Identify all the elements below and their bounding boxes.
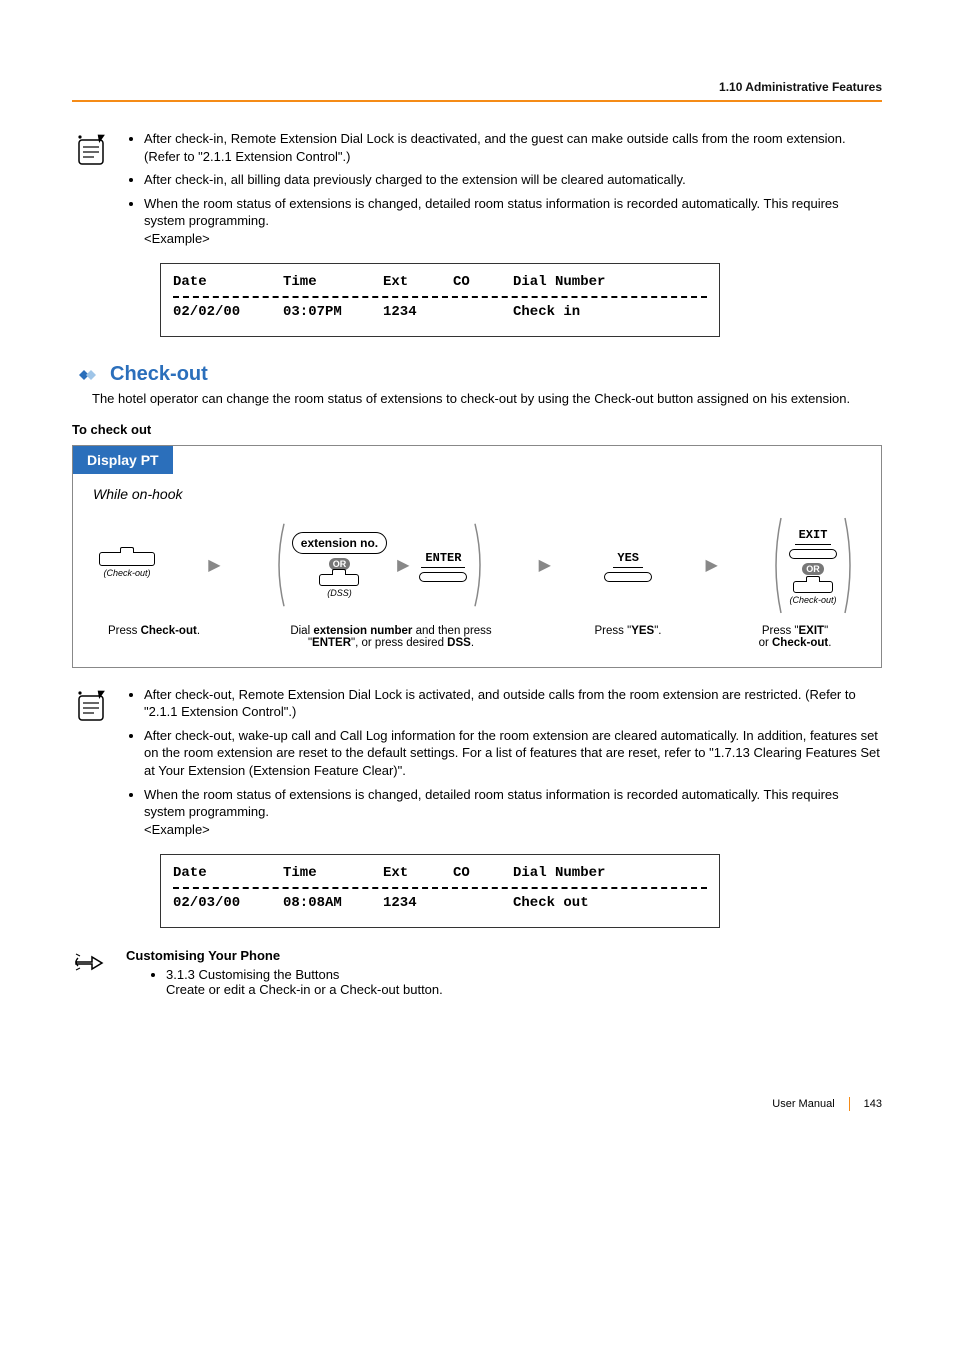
step-yes: YES: [604, 549, 652, 582]
val-ext: 1234: [383, 304, 453, 320]
diamond-icon: [72, 366, 102, 384]
checkout-button-graphic: [99, 552, 155, 566]
note-list: After check-in, Remote Extension Dial Lo…: [126, 130, 882, 253]
val-date: 02/03/00: [173, 895, 283, 911]
note-list: After check-out, Remote Extension Dial L…: [126, 686, 882, 844]
val-co: [453, 895, 513, 911]
note-item: After check-out, Remote Extension Dial L…: [144, 686, 882, 721]
val-dial: Check out: [513, 895, 589, 911]
customising-title: Customising Your Phone: [126, 948, 882, 963]
caption-step3: Press "YES".: [573, 625, 683, 649]
col-co: CO: [453, 274, 513, 290]
val-time: 08:08AM: [283, 895, 383, 911]
note-item: When the room status of extensions is ch…: [144, 195, 882, 248]
checkout-button-label: (Check-out): [789, 595, 837, 605]
note-item: After check-in, all billing data previou…: [144, 171, 882, 189]
section-intro: The hotel operator can change the room s…: [92, 390, 882, 408]
val-dial: Check in: [513, 304, 580, 320]
col-time: Time: [283, 865, 383, 881]
dss-button-graphic: [319, 574, 359, 586]
footer-page-number: 143: [864, 1098, 882, 1110]
col-ext: Ext: [383, 274, 453, 290]
customising-block: Customising Your Phone 3.1.3 Customising…: [72, 948, 882, 997]
note-item: After check-in, Remote Extension Dial Lo…: [144, 130, 882, 165]
note-icon: [72, 686, 112, 726]
col-co: CO: [453, 865, 513, 881]
section-title: Check-out: [110, 363, 208, 386]
step-extension-enter: extension no. OR (DSS) ▶ ENTER: [274, 522, 486, 608]
dss-label: (DSS): [292, 588, 387, 598]
col-time: Time: [283, 274, 383, 290]
enter-softkey-button: [419, 572, 467, 582]
val-ext: 1234: [383, 895, 453, 911]
note-item: After check-out, wake-up call and Call L…: [144, 727, 882, 780]
footer-divider: [849, 1097, 850, 1111]
flow-arrow-icon: ▶: [539, 555, 551, 575]
procedure-subtitle: While on-hook: [93, 486, 881, 502]
col-date: Date: [173, 274, 283, 290]
procedure-box-title: Display PT: [73, 446, 173, 474]
header-rule: [72, 100, 882, 102]
flow-arrow-icon: ▶: [397, 555, 409, 575]
footer-manual-label: User Manual: [772, 1098, 834, 1110]
val-co: [453, 304, 513, 320]
example-box-checkout: Date Time Ext CO Dial Number 02/03/00 08…: [160, 854, 720, 928]
note-block-checkout: After check-out, Remote Extension Dial L…: [72, 686, 882, 844]
col-ext: Ext: [383, 865, 453, 881]
exit-softkey-button: [789, 549, 837, 559]
caption-step1: Press Check-out.: [99, 625, 209, 649]
caption-step4: Press "EXIT" or Check-out.: [735, 625, 855, 649]
note-icon: [72, 130, 112, 170]
pointing-hand-icon: [72, 948, 112, 976]
note-item: When the room status of extensions is ch…: [144, 786, 882, 839]
step-exit-checkout: EXIT OR (Check-out): [771, 516, 855, 615]
yes-softkey: YES: [613, 551, 643, 568]
exit-softkey: EXIT: [795, 528, 832, 545]
enter-softkey: ENTER: [421, 551, 465, 568]
flow-arrow-icon: ▶: [705, 555, 717, 575]
val-date: 02/02/00: [173, 304, 283, 320]
col-date: Date: [173, 865, 283, 881]
checkout-button-graphic: [793, 581, 833, 593]
example-box-checkin: Date Time Ext CO Dial Number 02/02/00 03…: [160, 263, 720, 337]
procedure-heading: To check out: [72, 422, 882, 437]
val-time: 03:07PM: [283, 304, 383, 320]
or-pill: OR: [802, 563, 824, 575]
col-dial: Dial Number: [513, 274, 605, 290]
note-block-checkin: After check-in, Remote Extension Dial Lo…: [72, 130, 882, 253]
step-checkout-button: (Check-out): [99, 552, 155, 578]
col-dial: Dial Number: [513, 865, 605, 881]
procedure-box: Display PT While on-hook (Check-out) ▶ e…: [72, 445, 882, 668]
checkout-button-label: (Check-out): [99, 568, 155, 578]
section-header: 1.10 Administrative Features: [72, 80, 882, 94]
caption-step2: Dial extension number and then press "EN…: [261, 625, 521, 649]
yes-softkey-button: [604, 572, 652, 582]
flow-arrow-icon: ▶: [208, 555, 220, 575]
page-footer: User Manual 143: [0, 1037, 954, 1141]
customising-item: 3.1.3 Customising the Buttons Create or …: [166, 967, 882, 997]
extension-no-box: extension no.: [292, 532, 387, 554]
